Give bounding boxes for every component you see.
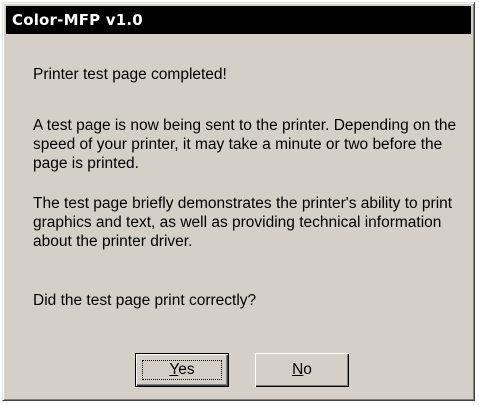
demo-message: The test page briefly demonstrates the p… (33, 195, 453, 250)
no-button-label: No (255, 353, 349, 387)
focus-indicator: Yes (142, 360, 222, 380)
sending-message: A test page is now being sent to the pri… (33, 117, 457, 172)
no-label-rest: o (303, 361, 312, 378)
yes-button[interactable]: Yes (135, 353, 229, 387)
yes-button-label: Yes (169, 361, 194, 379)
no-button[interactable]: No (255, 353, 349, 387)
yes-mnemonic: Y (169, 361, 179, 378)
no-mnemonic: N (292, 361, 304, 378)
window-title[interactable]: Color-MFP v1.0 (6, 6, 471, 34)
yes-label-rest: es (178, 361, 195, 378)
test-page-dialog: Color-MFP v1.0 Printer test page complet… (2, 2, 475, 401)
question-message: Did the test page print correctly? (33, 292, 257, 309)
completed-message: Printer test page completed! (33, 66, 227, 83)
